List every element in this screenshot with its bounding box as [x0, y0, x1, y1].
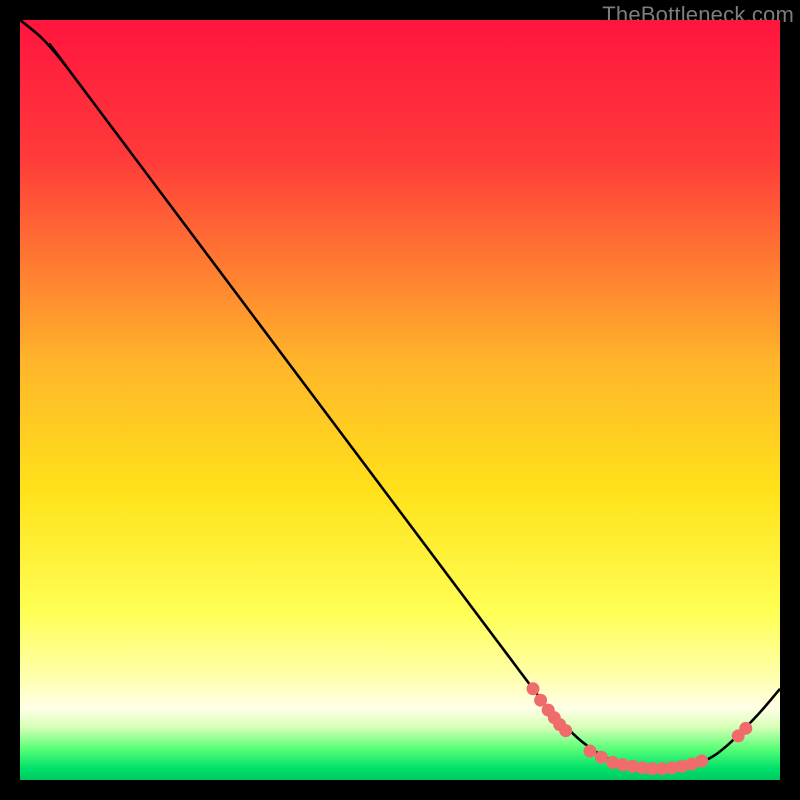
data-marker	[739, 722, 752, 735]
chart-frame: TheBottleneck.com	[20, 20, 780, 780]
data-marker	[595, 751, 608, 764]
data-marker	[527, 682, 540, 695]
gradient-background	[20, 20, 780, 780]
data-marker	[559, 724, 572, 737]
data-marker	[695, 755, 708, 768]
data-marker	[584, 745, 597, 758]
bottleneck-chart	[20, 20, 780, 780]
